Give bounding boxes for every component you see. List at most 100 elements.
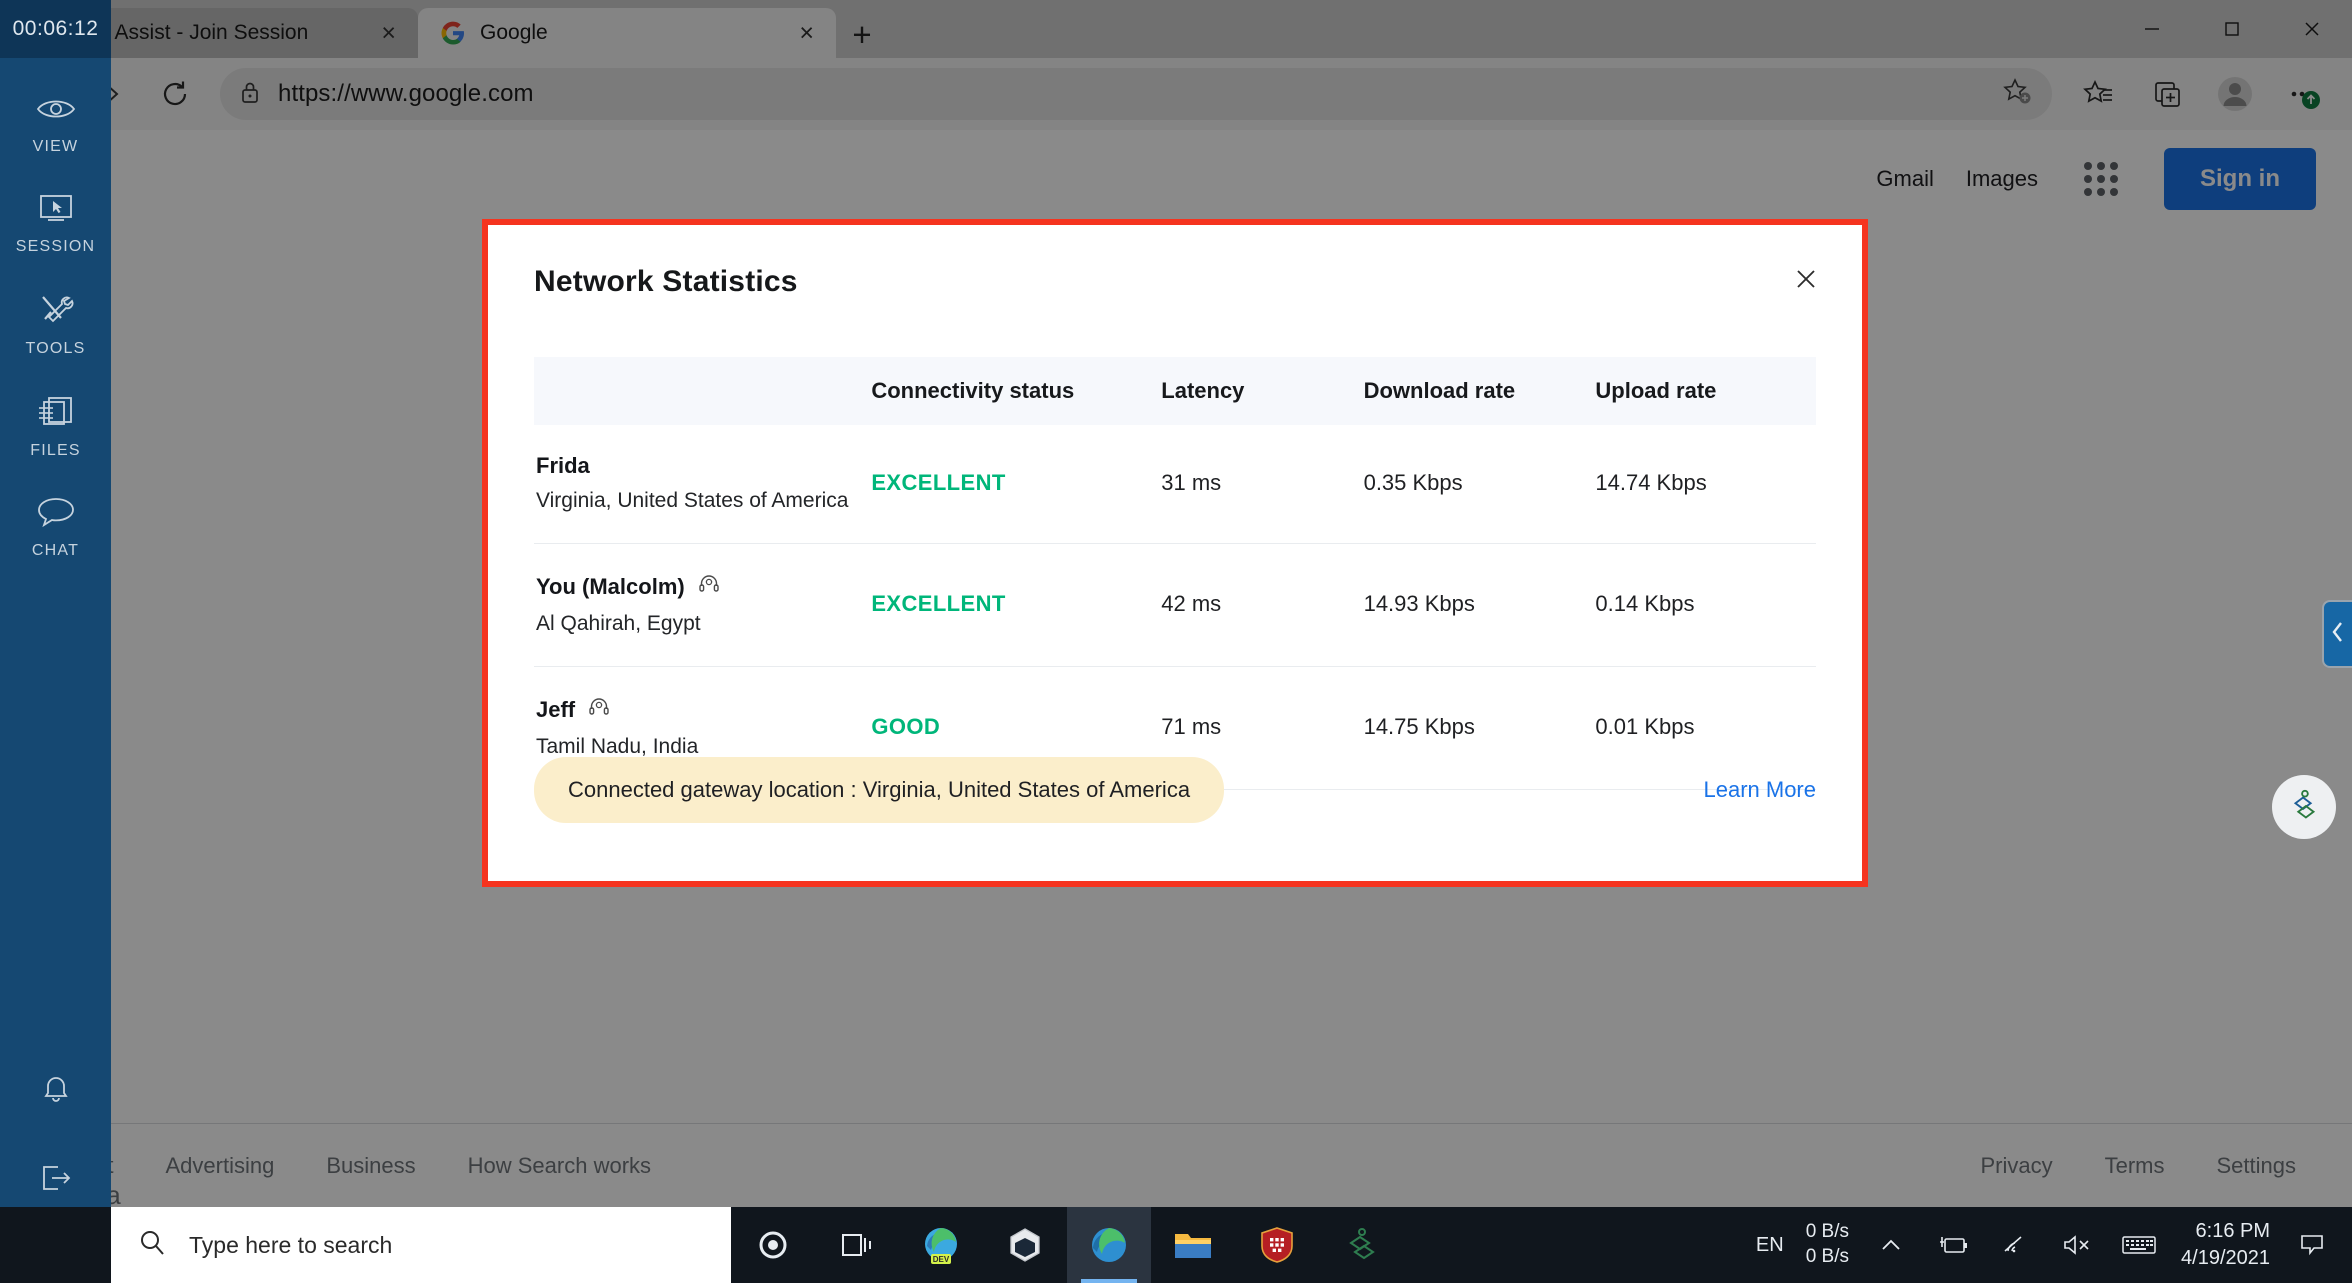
reload-icon[interactable]	[146, 65, 204, 123]
participant-cell: You (Malcolm) Al Qahirah, Egypt	[534, 543, 872, 667]
images-link[interactable]: Images	[1966, 166, 2038, 192]
dialog-title: Network Statistics	[534, 265, 798, 298]
gateway-location-badge: Connected gateway location : Virginia, U…	[534, 757, 1225, 823]
taskbar-search-placeholder: Type here to search	[189, 1231, 393, 1258]
cortana-icon[interactable]	[731, 1207, 815, 1283]
notification-icon[interactable]	[2292, 1232, 2332, 1258]
sign-in-button[interactable]: Sign in	[2164, 148, 2316, 210]
sidebar-bottom-group	[0, 1019, 111, 1199]
column-header-latency: Latency	[1161, 357, 1364, 425]
gmail-link[interactable]: Gmail	[1876, 166, 1933, 192]
chevron-up-icon[interactable]	[1871, 1236, 1911, 1254]
session-timer: 00:06:12	[0, 0, 111, 58]
learn-more-link[interactable]: Learn More	[1703, 777, 1816, 803]
headset-icon	[697, 572, 721, 602]
battery-icon[interactable]	[1933, 1233, 1973, 1257]
footer-link-advertising[interactable]: Advertising	[166, 1153, 275, 1179]
sidebar-item-label: SESSION	[15, 238, 96, 255]
files-transfer-icon	[37, 394, 75, 433]
network-speed-indicator: 0 B/s 0 B/s	[1806, 1220, 1849, 1269]
sidebar-item-label: CHAT	[31, 542, 80, 559]
table-row: You (Malcolm) Al Qahirah, Egypt EXCELLEN…	[534, 543, 1816, 667]
status-badge: EXCELLENT	[871, 591, 1006, 616]
participant-name-wrap: Frida	[536, 453, 871, 479]
favorites-list-icon[interactable]	[2068, 65, 2130, 123]
sidebar-item-tools[interactable]: TOOLS	[0, 292, 111, 358]
tab-close-button[interactable]: ×	[793, 20, 820, 46]
edge-icon[interactable]	[1067, 1207, 1151, 1283]
new-tab-button[interactable]: +	[836, 12, 888, 58]
participant-name-wrap: Jeff	[536, 695, 871, 725]
participant-location: Al Qahirah, Egypt	[536, 612, 701, 635]
task-view-icon[interactable]	[815, 1207, 899, 1283]
file-explorer-icon[interactable]	[1151, 1207, 1235, 1283]
close-icon[interactable]	[1788, 261, 1824, 297]
sidebar-item-files[interactable]: FILES	[0, 394, 111, 460]
google-header: Gmail Images Sign in	[1876, 148, 2316, 210]
address-bar[interactable]: https://www.google.com	[220, 68, 2052, 120]
column-header-upload: Upload rate	[1595, 357, 1816, 425]
status-badge: EXCELLENT	[871, 470, 1006, 495]
footer-link-settings[interactable]: Settings	[2217, 1153, 2297, 1179]
taskbar-app-icons: DEV	[731, 1207, 1403, 1283]
latency-cell: 31 ms	[1161, 425, 1364, 544]
connectivity-cell: EXCELLENT	[871, 425, 1162, 544]
window-controls	[2112, 0, 2352, 58]
footer-link-business[interactable]: Business	[326, 1153, 415, 1179]
sidebar-item-notifications[interactable]	[0, 1071, 111, 1110]
add-favorite-icon[interactable]	[2002, 76, 2034, 113]
system-tray: EN 0 B/s 0 B/s 6:16 PM 4/19/2021	[1756, 1218, 2352, 1272]
windows-taskbar: Type here to search DEV EN 0 B/s 0 B/s 6…	[0, 1207, 2352, 1283]
participant-cell: Frida Virginia, United States of America	[534, 425, 872, 544]
column-header-participant	[534, 357, 872, 425]
tools-icon	[37, 292, 75, 331]
network-statistics-dialog: Network Statistics Connectivity status L…	[482, 219, 1868, 887]
screen: Zoho Assist - Join Session × Google × +	[0, 0, 2352, 1283]
chat-bubble-icon	[36, 496, 76, 533]
sidebar-item-label: VIEW	[32, 138, 79, 155]
column-header-download: Download rate	[1363, 357, 1596, 425]
google-apps-icon[interactable]	[2070, 162, 2132, 196]
eye-icon	[35, 94, 77, 129]
chevron-left-icon	[2329, 619, 2347, 650]
more-options-icon[interactable]	[2272, 65, 2334, 123]
minimize-button[interactable]	[2112, 0, 2192, 58]
zoho-assist-logo-icon[interactable]	[2272, 775, 2336, 839]
status-badge: GOOD	[871, 714, 941, 739]
close-window-button[interactable]	[2272, 0, 2352, 58]
participant-location: Tamil Nadu, India	[536, 735, 699, 758]
address-bar-url: https://www.google.com	[278, 80, 534, 107]
panel-collapse-handle[interactable]	[2322, 600, 2352, 668]
collections-icon[interactable]	[2136, 65, 2198, 123]
taskbar-clock[interactable]: 6:16 PM 4/19/2021	[2181, 1218, 2270, 1272]
zoho-assist-icon[interactable]	[1319, 1207, 1403, 1283]
edge-dev-icon[interactable]: DEV	[899, 1207, 983, 1283]
keyboard-icon[interactable]	[2119, 1233, 2159, 1257]
sidebar-item-view[interactable]: VIEW	[0, 94, 111, 156]
sidebar-item-chat[interactable]: CHAT	[0, 496, 111, 560]
virtualbox-icon[interactable]	[983, 1207, 1067, 1283]
table-row: Frida Virginia, United States of America…	[534, 425, 1816, 544]
download-cell: 0.35 Kbps	[1363, 425, 1596, 544]
tab-close-button[interactable]: ×	[375, 20, 402, 46]
sidebar-item-exit[interactable]	[0, 1162, 111, 1199]
windows-start-icon[interactable]	[0, 1207, 111, 1283]
shield-app-icon[interactable]	[1235, 1207, 1319, 1283]
table-header: Connectivity status Latency Download rat…	[534, 357, 1816, 425]
taskbar-search-input[interactable]: Type here to search	[111, 1207, 731, 1283]
connectivity-cell: EXCELLENT	[871, 543, 1162, 667]
monitor-cursor-icon	[37, 192, 75, 229]
footer-link-privacy[interactable]: Privacy	[1980, 1153, 2052, 1179]
wifi-icon[interactable]	[1995, 1233, 2035, 1257]
profile-avatar-icon[interactable]	[2204, 65, 2266, 123]
language-indicator[interactable]: EN	[1756, 1234, 1784, 1257]
browser-tab-google[interactable]: Google ×	[418, 8, 836, 58]
svg-text:DEV: DEV	[933, 1255, 950, 1264]
footer-link-terms[interactable]: Terms	[2105, 1153, 2165, 1179]
footer-link-how-search-works[interactable]: How Search works	[468, 1153, 651, 1179]
sidebar-item-session[interactable]: SESSION	[0, 192, 111, 256]
volume-muted-icon[interactable]	[2057, 1233, 2097, 1257]
maximize-button[interactable]	[2192, 0, 2272, 58]
lock-icon	[238, 79, 262, 110]
search-icon	[137, 1228, 167, 1263]
